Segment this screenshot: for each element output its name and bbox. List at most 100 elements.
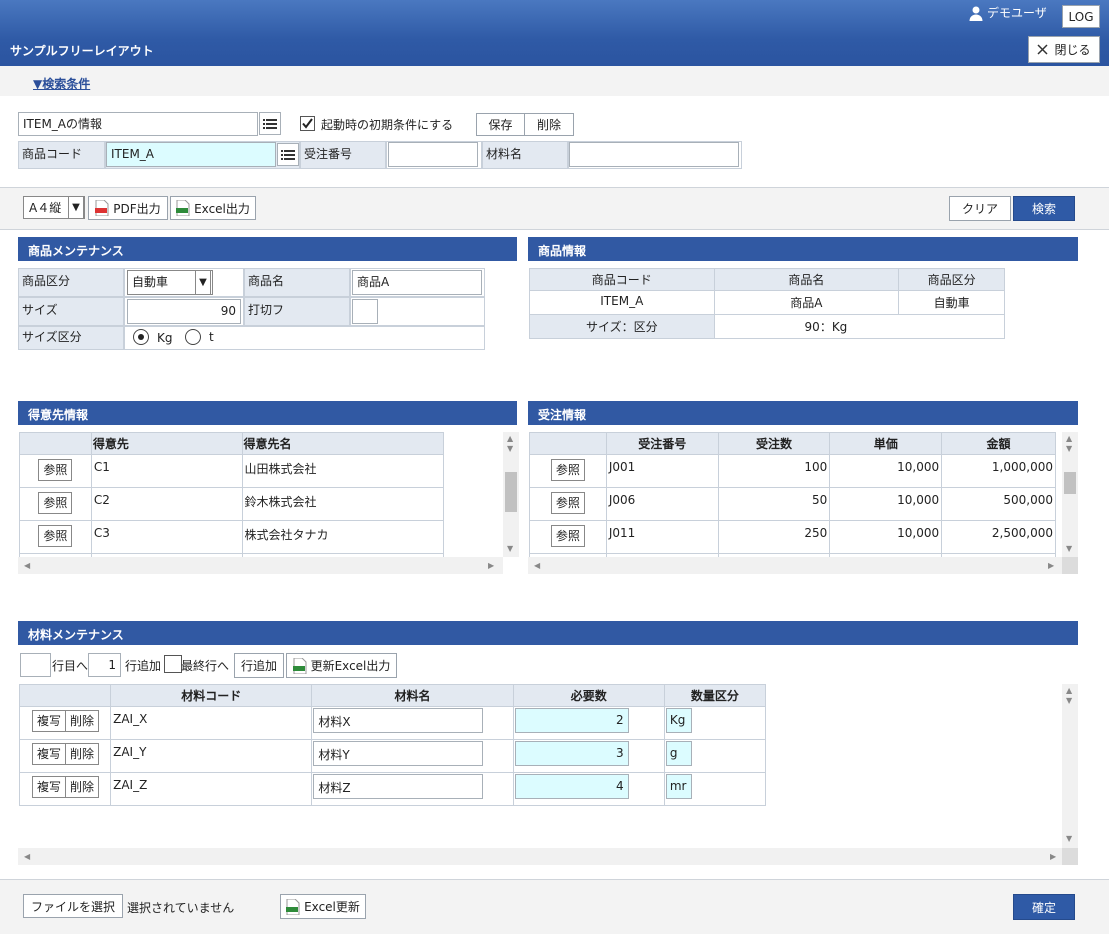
scroll-up-icon[interactable]: ▲ (1066, 434, 1072, 443)
last-row-checkbox[interactable] (164, 655, 182, 673)
delete-row-button[interactable]: 削除 (65, 743, 100, 765)
customer-row-2-code: C2 (90, 487, 243, 521)
scroll-right-icon[interactable]: ▶ (1048, 561, 1054, 570)
discontinued-input[interactable] (352, 299, 378, 324)
customer-ref-button[interactable]: 参照 (38, 492, 73, 514)
scroll-up-icon[interactable]: ▲ (507, 434, 513, 443)
material-row-2-qty-cell: 3 (512, 739, 665, 773)
condition-name-input[interactable]: ITEM_Aの情報 (18, 112, 258, 136)
product-category-dropdown-icon[interactable]: ▼ (195, 270, 211, 295)
pdf-output-button[interactable]: PDF出力 (88, 196, 168, 220)
scroll-up-icon[interactable]: ▲ (1066, 686, 1072, 695)
order-row-2-ref: 参照 (529, 487, 607, 521)
order-ref-button[interactable]: 参照 (550, 492, 585, 514)
add-row-button[interactable]: 行追加 (234, 653, 284, 678)
excel-update-button[interactable]: Excel更新 (280, 894, 366, 919)
material-row-1-code: ZAI_X (110, 706, 313, 740)
copy-row-button[interactable]: 複写 (32, 743, 67, 765)
search-button[interactable]: 検索 (1013, 196, 1075, 221)
delete-row-button[interactable]: 削除 (65, 710, 100, 732)
startup-checkbox[interactable] (300, 116, 315, 131)
copy-row-button[interactable]: 複写 (32, 776, 67, 798)
excel-output-button[interactable]: Excel出力 (170, 196, 256, 220)
search-condition-toggle[interactable]: ▼検索条件 (33, 75, 90, 92)
add-row-count-input[interactable]: 1 (88, 653, 121, 677)
close-button[interactable]: 閉じる (1028, 36, 1100, 63)
log-button[interactable]: LOG (1062, 5, 1100, 28)
material-row-1-name-input[interactable]: 材料X (313, 708, 484, 733)
material-horizontal-scrollbar[interactable]: ◀ ▶ (18, 848, 1062, 865)
customer-header-code: 得意先 (90, 432, 243, 455)
confirm-button[interactable]: 確定 (1013, 894, 1075, 920)
save-button[interactable]: 保存 (476, 113, 525, 136)
material-row-2-unit-cell: g (663, 739, 767, 773)
order-header-no: 受注番号 (605, 432, 719, 455)
product-info-code: ITEM_A (529, 290, 715, 315)
product-code-input[interactable]: ITEM_A (106, 142, 276, 167)
scroll-left-icon[interactable]: ◀ (534, 561, 540, 570)
material-header-qty: 必要数 (512, 684, 665, 707)
material-row-3-name-cell: 材料Z (311, 772, 514, 806)
order-vertical-scrollbar[interactable]: ▲ ▼ ▼ (1062, 432, 1078, 557)
scroll-right-icon[interactable]: ▶ (1050, 852, 1056, 861)
product-info-name: 商品A (713, 290, 900, 315)
material-row-2-actions: 複写 削除 (18, 739, 112, 773)
row-goto-label: 行目へ (52, 659, 89, 673)
unit-t-radio[interactable] (185, 329, 201, 345)
file-select-button[interactable]: ファイルを選択 (23, 894, 123, 918)
material-row-2-qty-input[interactable]: 3 (514, 741, 629, 766)
customer-vertical-scrollbar[interactable]: ▲ ▼ ▼ (503, 432, 519, 557)
order-row-3-price: 10,000 (829, 520, 943, 554)
material-name-input[interactable] (569, 142, 739, 167)
customer-row-3-code: C3 (90, 520, 243, 554)
material-row-3-name-input[interactable]: 材料Z (313, 774, 484, 799)
scroll-down-icon[interactable]: ▼ (1066, 544, 1072, 553)
customer-header-name: 得意先名 (241, 432, 444, 455)
scroll-left-icon[interactable]: ◀ (24, 561, 30, 570)
customer-horizontal-scrollbar[interactable]: ◀ ▶ (18, 557, 503, 574)
paper-size-dropdown-icon[interactable]: ▼ (68, 196, 84, 219)
page-title: サンプルフリーレイアウト (10, 44, 154, 58)
paper-size-value: A４縦 (29, 201, 62, 215)
order-no-input[interactable] (388, 142, 478, 167)
order-row-2-no: J006 (605, 487, 719, 521)
condition-list-button[interactable] (259, 112, 281, 135)
add-row-count-label: 行追加 (125, 659, 162, 673)
material-row-2-name-input[interactable]: 材料Y (313, 741, 484, 766)
material-vertical-scrollbar[interactable]: ▲ ▼ ▼ (1062, 684, 1078, 848)
material-row-3-unit-cell: mr (663, 772, 767, 806)
customer-ref-button[interactable]: 参照 (38, 459, 73, 481)
row-goto-input[interactable] (20, 653, 51, 677)
product-info-category: 自動車 (898, 290, 1005, 315)
scroll-down-icon[interactable]: ▼ (1066, 834, 1072, 843)
scroll-up-icon[interactable]: ▼ (507, 444, 513, 453)
scroll-up-icon[interactable]: ▼ (1066, 444, 1072, 453)
scroll-right-icon[interactable]: ▶ (488, 561, 494, 570)
scroll-up-icon[interactable]: ▼ (1066, 696, 1072, 705)
product-code-list-button[interactable] (277, 143, 299, 166)
clear-button[interactable]: クリア (949, 196, 1011, 221)
material-row-3-unit-input[interactable]: mr (665, 774, 692, 799)
update-excel-output-button[interactable]: 更新Excel出力 (286, 653, 397, 678)
order-horizontal-scrollbar[interactable]: ◀ ▶ (528, 557, 1062, 574)
size-input[interactable]: 90 (127, 299, 241, 324)
customer-scroll-thumb[interactable] (505, 472, 517, 512)
order-scroll-thumb[interactable] (1064, 472, 1076, 494)
material-row-1-qty-input[interactable]: 2 (514, 708, 629, 733)
pdf-output-label: PDF出力 (113, 201, 161, 216)
copy-row-button[interactable]: 複写 (32, 710, 67, 732)
scroll-down-icon[interactable]: ▼ (507, 544, 513, 553)
delete-row-button[interactable]: 削除 (65, 776, 100, 798)
order-ref-button[interactable]: 参照 (550, 459, 585, 481)
delete-condition-button[interactable]: 削除 (524, 113, 574, 136)
order-header-qty: 受注数 (717, 432, 831, 455)
order-ref-button[interactable]: 参照 (550, 525, 585, 547)
scroll-left-icon[interactable]: ◀ (24, 852, 30, 861)
material-row-2-unit-input[interactable]: g (665, 741, 692, 766)
material-row-2-name-cell: 材料Y (311, 739, 514, 773)
unit-kg-radio[interactable] (133, 329, 149, 345)
customer-ref-button[interactable]: 参照 (38, 525, 73, 547)
material-row-3-qty-input[interactable]: 4 (514, 774, 629, 799)
product-name-input[interactable]: 商品A (352, 270, 482, 295)
material-row-1-unit-input[interactable]: Kg (665, 708, 692, 733)
